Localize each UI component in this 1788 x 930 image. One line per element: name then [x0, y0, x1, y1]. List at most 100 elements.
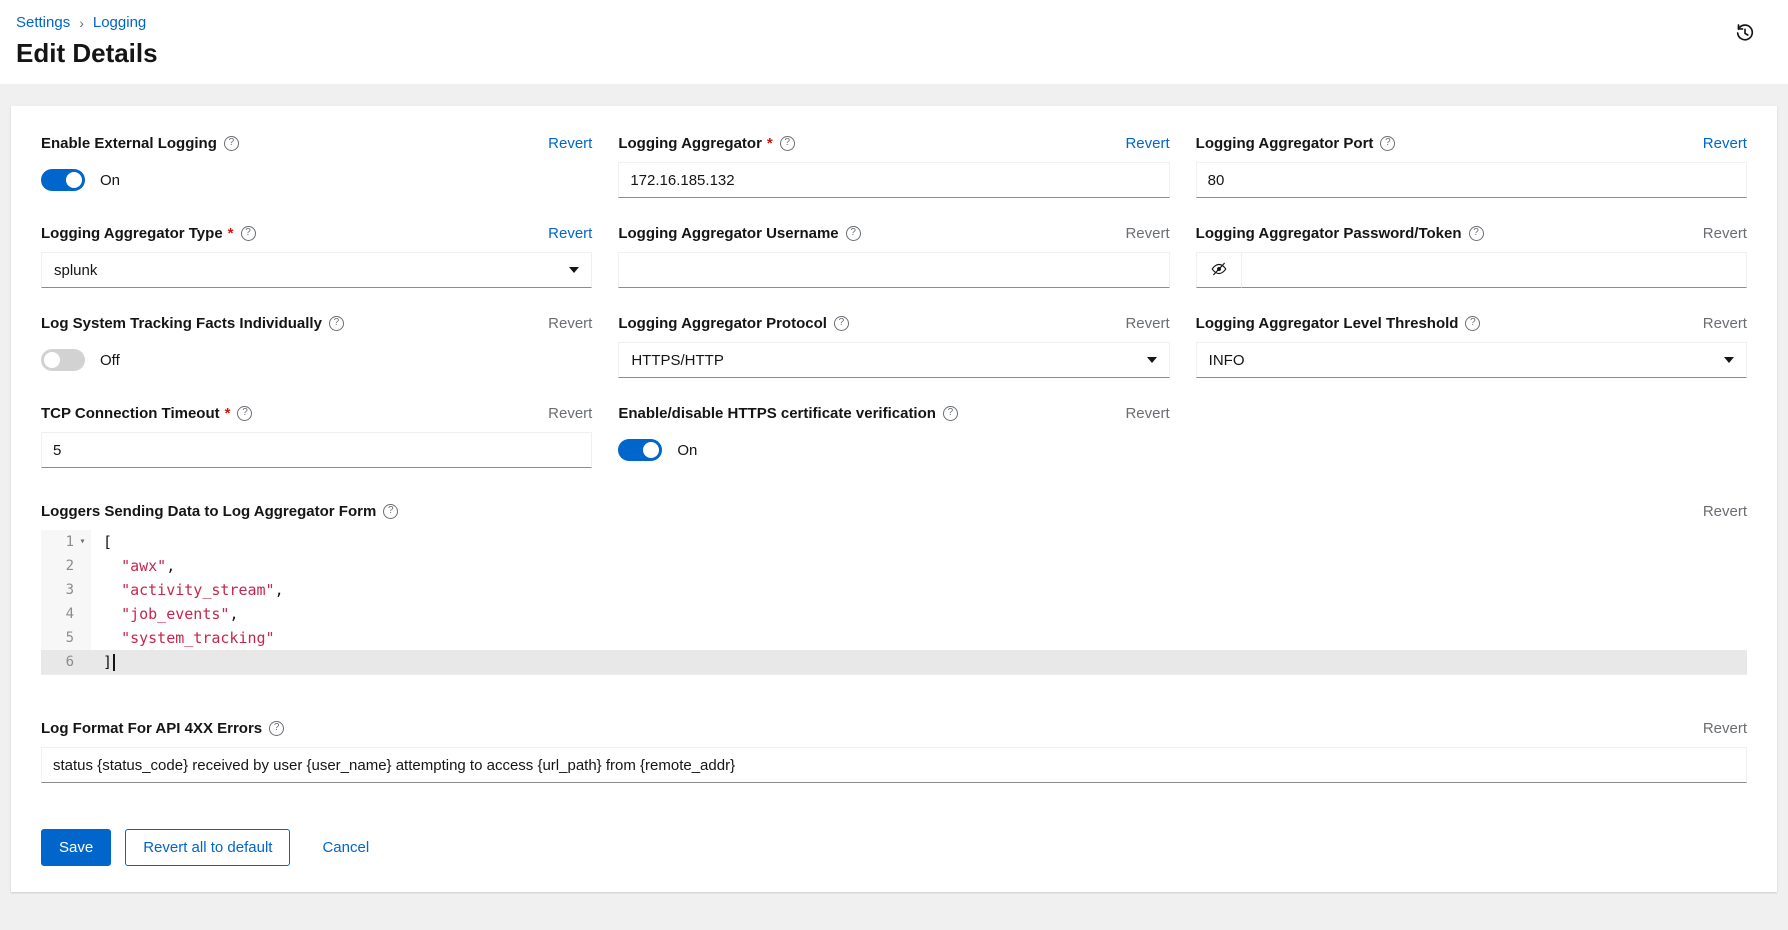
empty-grid-cell: [1196, 404, 1747, 468]
logging-aggregator-password-input[interactable]: [1242, 252, 1747, 288]
logging-aggregator-username-input[interactable]: [618, 252, 1169, 288]
select-value: HTTPS/HTTP: [631, 352, 724, 369]
save-button[interactable]: Save: [41, 829, 111, 866]
code-line-content[interactable]: "system_tracking": [91, 626, 1747, 650]
field-label: Log Format For API 4XX Errors: [41, 720, 262, 737]
field-label: Logging Aggregator Username: [618, 225, 838, 242]
tcp-connection-timeout-input[interactable]: [41, 432, 592, 468]
line-number: 1: [66, 530, 74, 554]
eye-slash-icon: [1210, 260, 1228, 281]
toggle-state-label: On: [100, 172, 120, 189]
help-icon[interactable]: ?: [383, 504, 398, 519]
field-label: TCP Connection Timeout: [41, 405, 220, 422]
field-tcp-connection-timeout: TCP Connection Timeout * ? Revert: [41, 404, 592, 468]
field-logging-aggregator-level: Logging Aggregator Level Threshold ? Rev…: [1196, 314, 1747, 378]
help-icon[interactable]: ?: [224, 136, 239, 151]
breadcrumb-settings-link[interactable]: Settings: [16, 14, 70, 31]
help-icon[interactable]: ?: [943, 406, 958, 421]
help-icon[interactable]: ?: [237, 406, 252, 421]
revert-link[interactable]: Revert: [1125, 315, 1169, 332]
field-label: Loggers Sending Data to Log Aggregator F…: [41, 503, 376, 520]
revert-link[interactable]: Revert: [1703, 720, 1747, 737]
https-cert-verification-toggle[interactable]: [618, 439, 662, 461]
field-logging-aggregator-username: Logging Aggregator Username ? Revert: [618, 224, 1169, 288]
revert-link[interactable]: Revert: [1703, 503, 1747, 520]
help-icon[interactable]: ?: [1469, 226, 1484, 241]
field-enable-external-logging: Enable External Logging ? Revert On: [41, 134, 592, 198]
toggle-knob: [643, 442, 659, 458]
log-format-input[interactable]: [41, 747, 1747, 783]
toggle-knob: [44, 352, 60, 368]
toggle-state-label: On: [677, 442, 697, 459]
line-number: 2: [66, 554, 74, 578]
password-visibility-toggle[interactable]: [1196, 252, 1242, 288]
code-line-content[interactable]: ]: [91, 650, 1747, 674]
logging-aggregator-protocol-select[interactable]: HTTPS/HTTP: [618, 342, 1169, 378]
revert-link[interactable]: Revert: [548, 135, 592, 152]
code-line-content[interactable]: "job_events",: [91, 602, 1747, 626]
help-icon[interactable]: ?: [329, 316, 344, 331]
select-value: INFO: [1209, 352, 1245, 369]
revert-link[interactable]: Revert: [1125, 405, 1169, 422]
logging-aggregator-input[interactable]: [618, 162, 1169, 198]
field-log-system-tracking: Log System Tracking Facts Individually ?…: [41, 314, 592, 378]
field-label: Logging Aggregator Level Threshold: [1196, 315, 1459, 332]
revert-link[interactable]: Revert: [1703, 315, 1747, 332]
history-icon[interactable]: [1730, 18, 1760, 51]
code-editor[interactable]: 1▾ [ 2 "awx", 3 "activity_stream", 4 "jo…: [41, 530, 1747, 675]
chevron-down-icon: [1724, 357, 1734, 363]
field-label: Logging Aggregator Port: [1196, 135, 1374, 152]
revert-link[interactable]: Revert: [548, 225, 592, 242]
field-label: Logging Aggregator Protocol: [618, 315, 827, 332]
help-icon[interactable]: ?: [834, 316, 849, 331]
code-line-content[interactable]: "awx",: [91, 554, 1747, 578]
field-logging-aggregator-password: Logging Aggregator Password/Token ? Reve…: [1196, 224, 1747, 288]
required-asterisk: *: [225, 405, 231, 422]
help-icon[interactable]: ?: [241, 226, 256, 241]
chevron-down-icon: [569, 267, 579, 273]
edit-details-card: Enable External Logging ? Revert On Logg…: [11, 106, 1777, 892]
code-line: 5 "system_tracking": [41, 626, 1747, 650]
code-line-content[interactable]: "activity_stream",: [91, 578, 1747, 602]
revert-link[interactable]: Revert: [548, 315, 592, 332]
help-icon[interactable]: ?: [1380, 136, 1395, 151]
revert-link[interactable]: Revert: [1703, 225, 1747, 242]
help-icon[interactable]: ?: [269, 721, 284, 736]
breadcrumb: Settings › Logging: [16, 14, 1758, 31]
enable-external-logging-toggle[interactable]: [41, 169, 85, 191]
revert-all-button[interactable]: Revert all to default: [125, 829, 290, 866]
logging-aggregator-port-input[interactable]: [1196, 162, 1747, 198]
toggle-knob: [66, 172, 82, 188]
revert-link[interactable]: Revert: [1703, 135, 1747, 152]
log-format-section: Log Format For API 4XX Errors ? Revert: [41, 719, 1747, 783]
revert-link[interactable]: Revert: [548, 405, 592, 422]
help-icon[interactable]: ?: [846, 226, 861, 241]
required-asterisk: *: [228, 225, 234, 242]
logging-aggregator-level-select[interactable]: INFO: [1196, 342, 1747, 378]
field-logging-aggregator-port: Logging Aggregator Port ? Revert: [1196, 134, 1747, 198]
field-label: Log System Tracking Facts Individually: [41, 315, 322, 332]
breadcrumb-separator: ›: [79, 15, 84, 31]
line-number: 6: [66, 650, 74, 674]
help-icon[interactable]: ?: [780, 136, 795, 151]
fold-arrow-icon[interactable]: ▾: [74, 530, 91, 554]
breadcrumb-logging-link[interactable]: Logging: [93, 14, 146, 31]
code-line: 3 "activity_stream",: [41, 578, 1747, 602]
code-line-content[interactable]: [: [91, 530, 1747, 554]
field-https-cert-verification: Enable/disable HTTPS certificate verific…: [618, 404, 1169, 468]
cancel-button[interactable]: Cancel: [312, 830, 379, 865]
field-label: Logging Aggregator Type: [41, 225, 223, 242]
revert-link[interactable]: Revert: [1125, 135, 1169, 152]
revert-link[interactable]: Revert: [1125, 225, 1169, 242]
required-asterisk: *: [767, 135, 773, 152]
page-header: Settings › Logging Edit Details: [0, 0, 1788, 84]
help-icon[interactable]: ?: [1465, 316, 1480, 331]
select-value: splunk: [54, 262, 97, 279]
code-line: 1▾ [: [41, 530, 1747, 554]
line-number: 4: [66, 602, 74, 626]
log-system-tracking-toggle[interactable]: [41, 349, 85, 371]
settings-form: Enable External Logging ? Revert On Logg…: [41, 134, 1747, 468]
field-label: Logging Aggregator: [618, 135, 762, 152]
code-line-active: 6 ]: [41, 650, 1747, 674]
logging-aggregator-type-select[interactable]: splunk: [41, 252, 592, 288]
